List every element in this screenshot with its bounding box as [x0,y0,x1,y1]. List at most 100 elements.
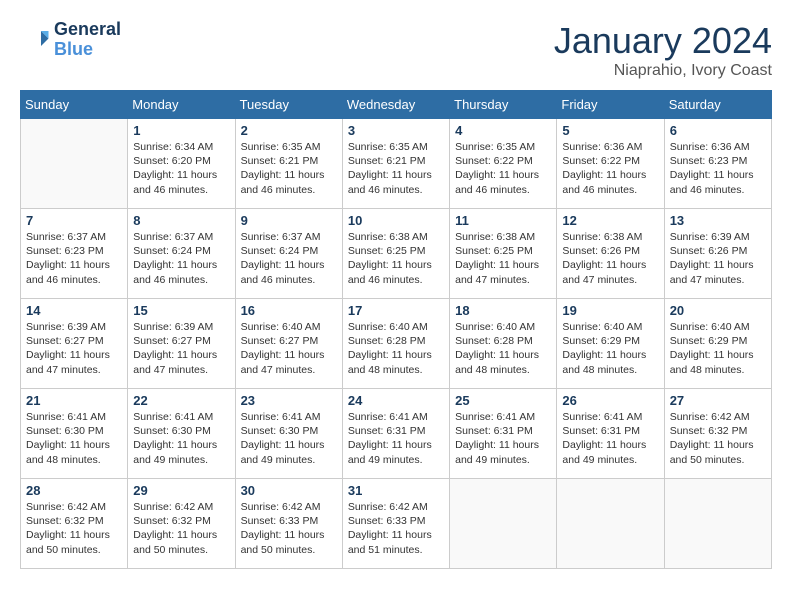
day-info: Sunrise: 6:42 AMSunset: 6:32 PMDaylight:… [26,500,122,557]
calendar-cell [664,479,771,569]
day-info: Sunrise: 6:40 AMSunset: 6:29 PMDaylight:… [562,320,658,377]
calendar-cell: 30Sunrise: 6:42 AMSunset: 6:33 PMDayligh… [235,479,342,569]
day-number: 29 [133,483,229,498]
day-info: Sunrise: 6:38 AMSunset: 6:25 PMDaylight:… [348,230,444,287]
calendar-cell: 10 Sunrise: 6:38 AMSunset: 6:25 PMDayligh… [342,209,449,299]
day-number: 9 [241,213,337,228]
calendar-cell: 23 Sunrise: 6:41 AMSunset: 6:30 PMDayligh… [235,389,342,479]
calendar-cell: 17 Sunrise: 6:40 AMSunset: 6:28 PMDayligh… [342,299,449,389]
calendar-cell: 13 Sunrise: 6:39 AMSunset: 6:26 PMDayligh… [664,209,771,299]
day-info: Sunrise: 6:37 AMSunset: 6:24 PMDaylight:… [133,230,229,287]
day-info: Sunrise: 6:38 AMSunset: 6:25 PMDaylight:… [455,230,551,287]
day-number: 16 [241,303,337,318]
calendar-cell [557,479,664,569]
day-number: 10 [348,213,444,228]
day-number: 5 [562,123,658,138]
weekday-header: Saturday [664,91,771,119]
calendar-cell: 28 Sunrise: 6:42 AMSunset: 6:32 PMDayligh… [21,479,128,569]
day-number: 19 [562,303,658,318]
title-block: January 2024 Niaprahio, Ivory Coast [554,20,772,80]
page-header: General Blue January 2024 Niaprahio, Ivo… [20,20,772,80]
day-info: Sunrise: 6:42 AMSunset: 6:33 PMDaylight:… [241,500,337,557]
weekday-header: Sunday [21,91,128,119]
day-number: 23 [241,393,337,408]
calendar-cell: 2Sunrise: 6:35 AMSunset: 6:21 PMDaylight… [235,119,342,209]
day-number: 27 [670,393,766,408]
calendar-cell: 22 Sunrise: 6:41 AMSunset: 6:30 PMDayligh… [128,389,235,479]
calendar-cell: 7Sunrise: 6:37 AMSunset: 6:23 PMDaylight… [21,209,128,299]
logo-icon [20,25,50,55]
weekday-header: Wednesday [342,91,449,119]
day-info: Sunrise: 6:40 AMSunset: 6:29 PMDaylight:… [670,320,766,377]
calendar-cell: 4 Sunrise: 6:35 AMSunset: 6:22 PMDaylight… [450,119,557,209]
day-info: Sunrise: 6:39 AMSunset: 6:27 PMDaylight:… [133,320,229,377]
calendar-cell: 6 Sunrise: 6:36 AMSunset: 6:23 PMDaylight… [664,119,771,209]
day-number: 20 [670,303,766,318]
day-info: Sunrise: 6:39 AMSunset: 6:27 PMDaylight:… [26,320,122,377]
day-info: Sunrise: 6:34 AMSunset: 6:20 PMDaylight:… [133,140,229,197]
calendar-cell: 11 Sunrise: 6:38 AMSunset: 6:25 PMDayligh… [450,209,557,299]
weekday-header: Tuesday [235,91,342,119]
weekday-header: Thursday [450,91,557,119]
day-info: Sunrise: 6:37 AMSunset: 6:24 PMDaylight:… [241,230,337,287]
day-number: 22 [133,393,229,408]
calendar-cell: 18Sunrise: 6:40 AMSunset: 6:28 PMDayligh… [450,299,557,389]
day-number: 6 [670,123,766,138]
calendar-cell: 1 Sunrise: 6:34 AMSunset: 6:20 PMDaylight… [128,119,235,209]
day-number: 17 [348,303,444,318]
day-info: Sunrise: 6:41 AMSunset: 6:30 PMDaylight:… [133,410,229,467]
day-info: Sunrise: 6:39 AMSunset: 6:26 PMDaylight:… [670,230,766,287]
day-info: Sunrise: 6:36 AMSunset: 6:23 PMDaylight:… [670,140,766,197]
calendar-cell: 12Sunrise: 6:38 AMSunset: 6:26 PMDayligh… [557,209,664,299]
day-info: Sunrise: 6:41 AMSunset: 6:30 PMDaylight:… [241,410,337,467]
calendar-week-row: 1 Sunrise: 6:34 AMSunset: 6:20 PMDaylight… [21,119,772,209]
day-number: 4 [455,123,551,138]
day-info: Sunrise: 6:37 AMSunset: 6:23 PMDaylight:… [26,230,122,287]
calendar-cell: 16Sunrise: 6:40 AMSunset: 6:27 PMDayligh… [235,299,342,389]
logo: General Blue [20,20,121,60]
calendar-cell: 21 Sunrise: 6:41 AMSunset: 6:30 PMDayligh… [21,389,128,479]
calendar-header-row: SundayMondayTuesdayWednesdayThursdayFrid… [21,91,772,119]
day-info: Sunrise: 6:36 AMSunset: 6:22 PMDaylight:… [562,140,658,197]
calendar-cell: 26Sunrise: 6:41 AMSunset: 6:31 PMDayligh… [557,389,664,479]
calendar-cell: 3Sunrise: 6:35 AMSunset: 6:21 PMDaylight… [342,119,449,209]
weekday-header: Monday [128,91,235,119]
calendar-cell [21,119,128,209]
day-info: Sunrise: 6:35 AMSunset: 6:22 PMDaylight:… [455,140,551,197]
calendar-cell: 8Sunrise: 6:37 AMSunset: 6:24 PMDaylight… [128,209,235,299]
calendar-week-row: 7Sunrise: 6:37 AMSunset: 6:23 PMDaylight… [21,209,772,299]
calendar-cell: 29Sunrise: 6:42 AMSunset: 6:32 PMDayligh… [128,479,235,569]
calendar-cell: 19 Sunrise: 6:40 AMSunset: 6:29 PMDayligh… [557,299,664,389]
day-info: Sunrise: 6:40 AMSunset: 6:28 PMDaylight:… [348,320,444,377]
calendar-cell: 9 Sunrise: 6:37 AMSunset: 6:24 PMDaylight… [235,209,342,299]
calendar-cell [450,479,557,569]
day-number: 21 [26,393,122,408]
day-number: 3 [348,123,444,138]
day-number: 28 [26,483,122,498]
calendar-cell: 31 Sunrise: 6:42 AMSunset: 6:33 PMDayligh… [342,479,449,569]
month-title: January 2024 [554,20,772,62]
calendar-cell: 27 Sunrise: 6:42 AMSunset: 6:32 PMDayligh… [664,389,771,479]
calendar-week-row: 28 Sunrise: 6:42 AMSunset: 6:32 PMDayligh… [21,479,772,569]
location-title: Niaprahio, Ivory Coast [554,62,772,80]
calendar-week-row: 21 Sunrise: 6:41 AMSunset: 6:30 PMDayligh… [21,389,772,479]
day-number: 1 [133,123,229,138]
day-number: 31 [348,483,444,498]
day-info: Sunrise: 6:38 AMSunset: 6:26 PMDaylight:… [562,230,658,287]
calendar-cell: 5 Sunrise: 6:36 AMSunset: 6:22 PMDaylight… [557,119,664,209]
day-number: 13 [670,213,766,228]
day-number: 26 [562,393,658,408]
day-info: Sunrise: 6:35 AMSunset: 6:21 PMDaylight:… [241,140,337,197]
weekday-header: Friday [557,91,664,119]
day-info: Sunrise: 6:41 AMSunset: 6:30 PMDaylight:… [26,410,122,467]
calendar-cell: 14 Sunrise: 6:39 AMSunset: 6:27 PMDayligh… [21,299,128,389]
day-info: Sunrise: 6:42 AMSunset: 6:32 PMDaylight:… [670,410,766,467]
calendar-table: SundayMondayTuesdayWednesdayThursdayFrid… [20,90,772,569]
day-number: 14 [26,303,122,318]
day-number: 18 [455,303,551,318]
day-number: 24 [348,393,444,408]
day-info: Sunrise: 6:42 AMSunset: 6:33 PMDaylight:… [348,500,444,557]
calendar-cell: 25Sunrise: 6:41 AMSunset: 6:31 PMDayligh… [450,389,557,479]
calendar-cell: 15Sunrise: 6:39 AMSunset: 6:27 PMDayligh… [128,299,235,389]
day-number: 11 [455,213,551,228]
